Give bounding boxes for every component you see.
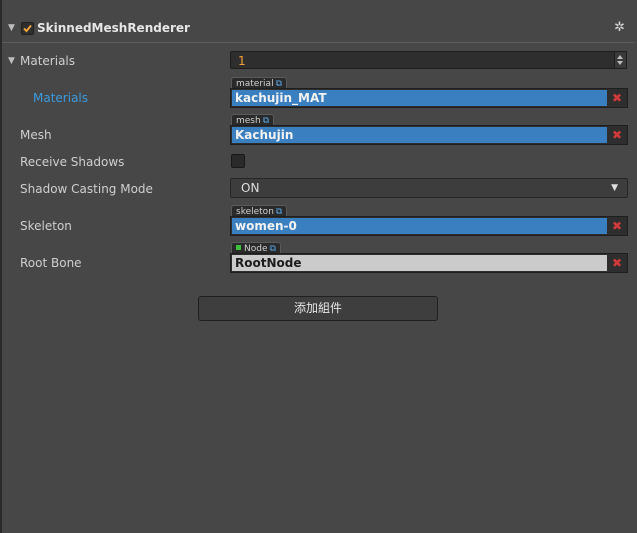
materials-count-spinner[interactable] [614, 51, 627, 69]
skeleton-asset-value[interactable]: women-0 [232, 218, 607, 234]
receive-shadows-label: Receive Shadows [20, 155, 125, 169]
component-enable-checkbox[interactable] [21, 22, 34, 35]
component-title: SkinnedMeshRenderer [37, 21, 190, 35]
clear-x-icon[interactable]: ✖ [609, 90, 625, 106]
gear-icon[interactable]: ✲ [614, 20, 625, 35]
collapse-arrow-icon[interactable]: ▼ [8, 23, 15, 33]
root-bone-node-field[interactable]: RootNode ✖ [230, 253, 628, 273]
root-bone-label: Root Bone [20, 256, 82, 270]
node-icon [236, 245, 241, 250]
skeleton-label: Skeleton [20, 219, 72, 233]
checkmark-icon [23, 24, 32, 33]
material-item-label: Materials [33, 91, 89, 105]
mesh-asset-field[interactable]: Kachujin ✖ [230, 125, 628, 145]
panel-left-edge [0, 0, 2, 533]
material-asset-value[interactable]: kachujin_MAT [232, 90, 607, 106]
receive-shadows-checkbox[interactable] [231, 154, 245, 168]
shadow-casting-mode-value: ON [241, 181, 260, 195]
spinner-down-icon[interactable] [617, 61, 623, 65]
clear-x-icon[interactable]: ✖ [609, 127, 625, 143]
materials-count-input[interactable]: 1 [230, 51, 615, 69]
skeleton-asset-field[interactable]: women-0 ✖ [230, 216, 628, 236]
mesh-label: Mesh [20, 128, 52, 142]
clear-x-icon[interactable]: ✖ [609, 218, 625, 234]
materials-expand-arrow-icon[interactable]: ▼ [8, 56, 15, 66]
shadow-casting-mode-select[interactable]: ON ▼ [230, 178, 628, 198]
material-asset-field[interactable]: kachujin_MAT ✖ [230, 88, 628, 108]
dropdown-arrow-icon: ▼ [611, 183, 618, 193]
add-component-button[interactable]: 添加組件 [198, 296, 438, 321]
component-header: ▼ SkinnedMeshRenderer ✲ [2, 16, 635, 43]
spinner-up-icon[interactable] [617, 55, 623, 59]
mesh-asset-value[interactable]: Kachujin [232, 127, 607, 143]
clear-x-icon[interactable]: ✖ [609, 255, 625, 271]
materials-label: Materials [20, 54, 76, 68]
shadow-casting-mode-label: Shadow Casting Mode [20, 182, 153, 196]
root-bone-node-value[interactable]: RootNode [232, 255, 607, 271]
